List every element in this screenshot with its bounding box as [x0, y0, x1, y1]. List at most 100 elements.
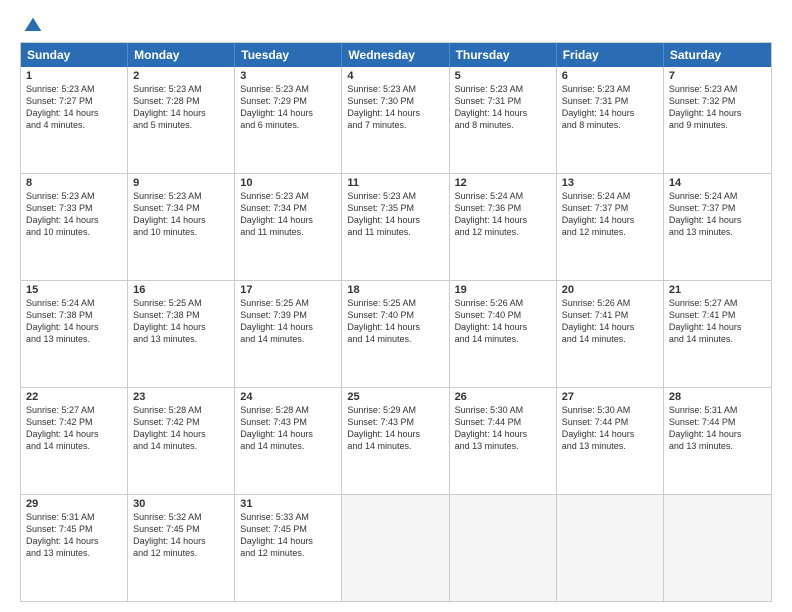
cell-line: Sunrise: 5:24 AM [455, 190, 551, 202]
cell-line: Daylight: 14 hours [26, 321, 122, 333]
cell-line: Sunset: 7:44 PM [455, 416, 551, 428]
day-number: 18 [347, 284, 443, 296]
calendar-week-3: 15Sunrise: 5:24 AMSunset: 7:38 PMDayligh… [21, 280, 771, 387]
day-cell-3: 3Sunrise: 5:23 AMSunset: 7:29 PMDaylight… [235, 67, 342, 173]
cell-line: Daylight: 14 hours [455, 214, 551, 226]
cell-line: Sunset: 7:45 PM [26, 523, 122, 535]
logo [20, 16, 43, 36]
cell-line: Sunset: 7:43 PM [240, 416, 336, 428]
header-day-sunday: Sunday [21, 43, 128, 67]
cell-line: and 5 minutes. [133, 119, 229, 131]
day-number: 12 [455, 177, 551, 189]
cell-line: Sunset: 7:29 PM [240, 95, 336, 107]
cell-line: Sunrise: 5:26 AM [562, 297, 658, 309]
day-cell-28: 28Sunrise: 5:31 AMSunset: 7:44 PMDayligh… [664, 388, 771, 494]
cell-line: and 14 minutes. [347, 333, 443, 345]
cell-line: Sunrise: 5:31 AM [669, 404, 766, 416]
day-cell-17: 17Sunrise: 5:25 AMSunset: 7:39 PMDayligh… [235, 281, 342, 387]
header-day-friday: Friday [557, 43, 664, 67]
cell-line: and 14 minutes. [240, 440, 336, 452]
day-cell-31: 31Sunrise: 5:33 AMSunset: 7:45 PMDayligh… [235, 495, 342, 601]
cell-line: Sunset: 7:28 PM [133, 95, 229, 107]
cell-line: and 13 minutes. [562, 440, 658, 452]
cell-line: Daylight: 14 hours [455, 321, 551, 333]
cell-line: Sunrise: 5:25 AM [240, 297, 336, 309]
day-number: 14 [669, 177, 766, 189]
day-cell-5: 5Sunrise: 5:23 AMSunset: 7:31 PMDaylight… [450, 67, 557, 173]
cell-line: Daylight: 14 hours [562, 107, 658, 119]
cell-line: Daylight: 14 hours [347, 214, 443, 226]
cell-line: Sunrise: 5:24 AM [26, 297, 122, 309]
cell-line: Sunrise: 5:31 AM [26, 511, 122, 523]
cell-line: Sunrise: 5:24 AM [562, 190, 658, 202]
day-number: 1 [26, 70, 122, 82]
cell-line: Daylight: 14 hours [240, 107, 336, 119]
day-number: 11 [347, 177, 443, 189]
day-number: 31 [240, 498, 336, 510]
day-number: 5 [455, 70, 551, 82]
calendar-header: SundayMondayTuesdayWednesdayThursdayFrid… [21, 43, 771, 67]
day-number: 20 [562, 284, 658, 296]
cell-line: and 14 minutes. [240, 333, 336, 345]
cell-line: Sunrise: 5:30 AM [562, 404, 658, 416]
day-number: 29 [26, 498, 122, 510]
day-number: 13 [562, 177, 658, 189]
cell-line: Sunset: 7:44 PM [562, 416, 658, 428]
cell-line: Sunset: 7:43 PM [347, 416, 443, 428]
cell-line: and 14 minutes. [669, 333, 766, 345]
cell-line: Sunrise: 5:23 AM [347, 83, 443, 95]
cell-line: Daylight: 14 hours [133, 214, 229, 226]
cell-line: Sunset: 7:44 PM [669, 416, 766, 428]
cell-line: Sunset: 7:33 PM [26, 202, 122, 214]
cell-line: and 8 minutes. [562, 119, 658, 131]
day-cell-21: 21Sunrise: 5:27 AMSunset: 7:41 PMDayligh… [664, 281, 771, 387]
cell-line: Daylight: 14 hours [562, 321, 658, 333]
cell-line: and 11 minutes. [347, 226, 443, 238]
day-cell-9: 9Sunrise: 5:23 AMSunset: 7:34 PMDaylight… [128, 174, 235, 280]
cell-line: Daylight: 14 hours [133, 321, 229, 333]
day-number: 16 [133, 284, 229, 296]
cell-line: and 13 minutes. [669, 226, 766, 238]
day-number: 8 [26, 177, 122, 189]
day-number: 24 [240, 391, 336, 403]
cell-line: and 8 minutes. [455, 119, 551, 131]
cell-line: and 9 minutes. [669, 119, 766, 131]
cell-line: Daylight: 14 hours [133, 428, 229, 440]
header [20, 16, 772, 36]
day-cell-27: 27Sunrise: 5:30 AMSunset: 7:44 PMDayligh… [557, 388, 664, 494]
day-number: 4 [347, 70, 443, 82]
day-cell-25: 25Sunrise: 5:29 AMSunset: 7:43 PMDayligh… [342, 388, 449, 494]
day-number: 28 [669, 391, 766, 403]
day-number: 30 [133, 498, 229, 510]
day-number: 15 [26, 284, 122, 296]
cell-line: Daylight: 14 hours [26, 428, 122, 440]
cell-line: Sunrise: 5:25 AM [133, 297, 229, 309]
cell-line: and 13 minutes. [26, 547, 122, 559]
cell-line: Sunset: 7:38 PM [26, 309, 122, 321]
day-cell-23: 23Sunrise: 5:28 AMSunset: 7:42 PMDayligh… [128, 388, 235, 494]
cell-line: Sunrise: 5:23 AM [26, 83, 122, 95]
calendar-body: 1Sunrise: 5:23 AMSunset: 7:27 PMDaylight… [21, 67, 771, 601]
day-cell-24: 24Sunrise: 5:28 AMSunset: 7:43 PMDayligh… [235, 388, 342, 494]
cell-line: Sunrise: 5:24 AM [669, 190, 766, 202]
header-day-saturday: Saturday [664, 43, 771, 67]
cell-line: Sunrise: 5:23 AM [26, 190, 122, 202]
day-number: 6 [562, 70, 658, 82]
header-day-monday: Monday [128, 43, 235, 67]
cell-line: Sunset: 7:27 PM [26, 95, 122, 107]
cell-line: Sunset: 7:38 PM [133, 309, 229, 321]
cell-line: Sunset: 7:39 PM [240, 309, 336, 321]
cell-line: Daylight: 14 hours [133, 107, 229, 119]
cell-line: Sunset: 7:45 PM [133, 523, 229, 535]
empty-cell [557, 495, 664, 601]
cell-line: Sunrise: 5:23 AM [347, 190, 443, 202]
cell-line: and 4 minutes. [26, 119, 122, 131]
calendar-week-4: 22Sunrise: 5:27 AMSunset: 7:42 PMDayligh… [21, 387, 771, 494]
day-cell-22: 22Sunrise: 5:27 AMSunset: 7:42 PMDayligh… [21, 388, 128, 494]
cell-line: Sunrise: 5:26 AM [455, 297, 551, 309]
cell-line: Sunset: 7:37 PM [669, 202, 766, 214]
day-cell-2: 2Sunrise: 5:23 AMSunset: 7:28 PMDaylight… [128, 67, 235, 173]
day-cell-7: 7Sunrise: 5:23 AMSunset: 7:32 PMDaylight… [664, 67, 771, 173]
day-number: 26 [455, 391, 551, 403]
day-cell-6: 6Sunrise: 5:23 AMSunset: 7:31 PMDaylight… [557, 67, 664, 173]
